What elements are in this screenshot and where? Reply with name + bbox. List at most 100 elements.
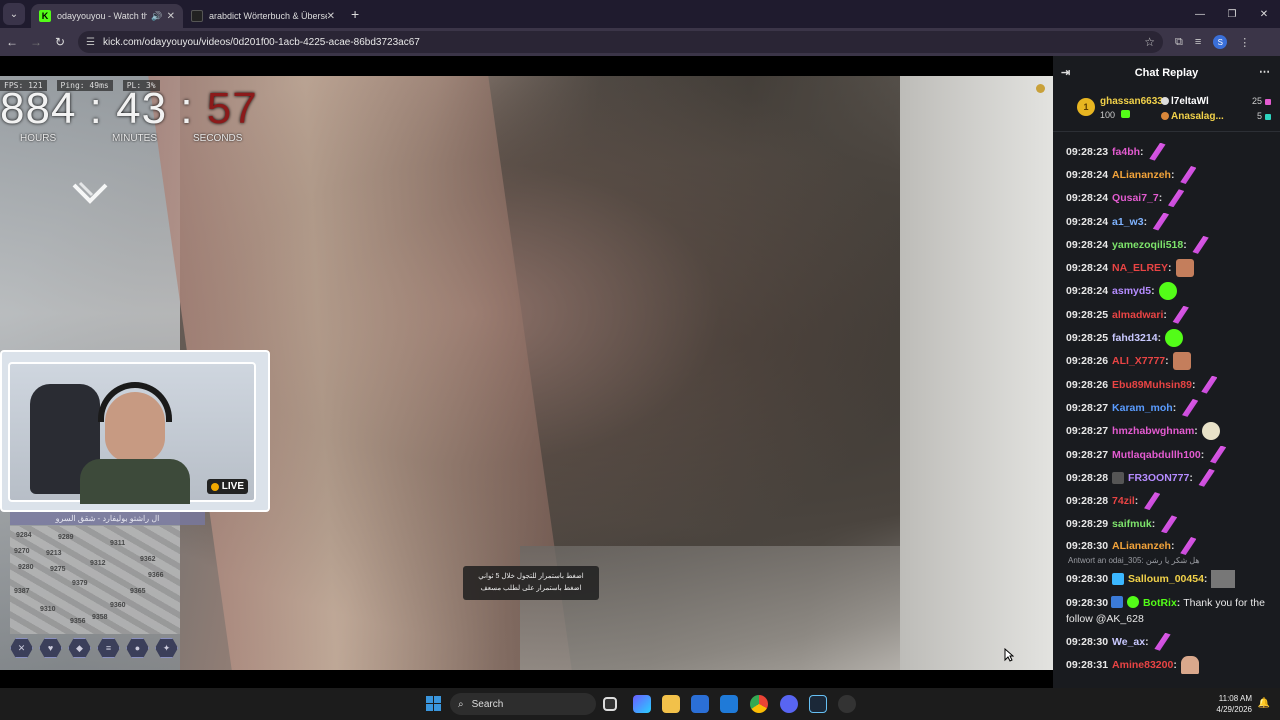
msg-user[interactable]: Mutlaqabdullh100 xyxy=(1112,449,1201,461)
msg-user[interactable]: yamezoqili518 xyxy=(1112,239,1183,251)
msg-user[interactable]: hmzhabwghnam xyxy=(1112,425,1194,437)
water-icon: ● xyxy=(126,638,149,658)
msg-user[interactable]: Qusai7_7 xyxy=(1112,192,1159,204)
msg-user[interactable]: asmyd5 xyxy=(1112,285,1151,297)
msg-user[interactable]: Karam_moh xyxy=(1112,402,1173,414)
feather-emote-icon xyxy=(1210,445,1227,464)
msg-user[interactable]: NA_ELREY xyxy=(1112,262,1168,274)
task-view-icon[interactable] xyxy=(603,697,617,711)
live-badge: LIVE xyxy=(206,479,248,494)
armor-icon: ◆ xyxy=(68,638,91,658)
windows-start-icon[interactable] xyxy=(426,696,441,711)
forward-icon[interactable]: → xyxy=(24,35,48,49)
tab-kick[interactable]: K odayyouyou - Watch the Vi 🔊 ✕ xyxy=(31,4,183,28)
chat-message: 09:28:25 fahd3214: xyxy=(1053,326,1280,349)
maximize-icon[interactable]: ❐ xyxy=(1216,0,1248,28)
close-tab-icon[interactable]: ✕ xyxy=(327,11,335,22)
msg-user[interactable]: Ebu89Muhsin89 xyxy=(1112,379,1192,391)
notification-bell-icon[interactable]: 🔔 xyxy=(1258,698,1270,709)
msg-time: 09:28:30 xyxy=(1066,573,1109,586)
tab-title: odayyouyou - Watch the Vi xyxy=(57,11,148,21)
system-clock[interactable]: 11:08 AM 4/29/2026 xyxy=(1216,693,1252,715)
msg-time: 09:28:28 xyxy=(1066,495,1109,508)
feather-emote-icon xyxy=(1172,305,1189,324)
verified-badge-icon xyxy=(1126,596,1139,609)
msg-user[interactable]: ALI_X7777 xyxy=(1112,355,1165,367)
discord-app-icon[interactable] xyxy=(780,695,798,713)
media-control-icon[interactable]: ≡ xyxy=(1195,36,1201,48)
close-tab-icon[interactable]: ✕ xyxy=(167,11,175,22)
chat-message: 09:28:24 yamezoqili518: xyxy=(1053,233,1280,256)
colon: : xyxy=(1200,448,1205,461)
chat-message: 09:28:30 ALiananzeh: xyxy=(1053,536,1280,556)
headset-icon xyxy=(98,382,172,422)
gifter-3-name[interactable]: Anasalag... xyxy=(1171,111,1224,122)
msg-user[interactable]: ALiananzeh xyxy=(1112,169,1171,181)
map-number: 9213 xyxy=(46,550,62,557)
rank-badge: 1 xyxy=(1077,98,1095,116)
profile-avatar[interactable]: S xyxy=(1213,35,1228,49)
msg-time: 09:28:23 xyxy=(1066,145,1109,158)
msg-user[interactable]: We_ax xyxy=(1112,636,1145,648)
outlook-app-icon[interactable] xyxy=(720,695,738,713)
feather-emote-icon xyxy=(1144,492,1161,511)
new-tab-icon[interactable]: + xyxy=(351,6,359,22)
gifter-2-name[interactable]: l7eltaWl xyxy=(1171,96,1209,107)
back-icon[interactable]: ← xyxy=(0,35,24,49)
webcam-overlay: LIVE xyxy=(0,350,270,512)
colon: : xyxy=(1134,495,1139,508)
msg-user[interactable]: fa4bh xyxy=(1112,146,1140,158)
widgets-app-icon[interactable] xyxy=(633,695,651,713)
colon: : xyxy=(1189,471,1193,484)
bronze-medal-icon xyxy=(1161,112,1169,120)
store-app-icon[interactable] xyxy=(691,695,709,713)
reply-context[interactable]: Antwort an odai_305: هل شكر يا رشن xyxy=(1053,556,1280,567)
image-emote-icon xyxy=(1211,570,1236,589)
tab-search-button[interactable]: ⌄ xyxy=(3,3,25,25)
url-input[interactable]: ☰ kick.com/odayyouyou/videos/0d201f00-1a… xyxy=(78,31,1163,53)
close-window-icon[interactable]: ✕ xyxy=(1248,0,1280,28)
msg-user[interactable]: almadwari xyxy=(1112,309,1163,321)
taskbar-search[interactable]: ⌕ Search xyxy=(450,693,596,715)
game-app-icon[interactable] xyxy=(838,695,856,713)
file-explorer-icon[interactable] xyxy=(662,695,680,713)
reload-icon[interactable]: ↻ xyxy=(48,35,72,49)
msg-time: 09:28:25 xyxy=(1066,332,1109,345)
face-emote-icon xyxy=(1172,352,1191,371)
chat-panel: ⇥ Chat Replay ⋯ 1 ghassan6633 100 l7elta… xyxy=(1053,56,1280,688)
msg-user[interactable]: BotRix xyxy=(1143,597,1177,609)
msg-user[interactable]: 74zil xyxy=(1112,495,1135,507)
msg-user[interactable]: a1_w3 xyxy=(1112,216,1144,228)
sub-icon xyxy=(1265,114,1271,120)
feather-emote-icon xyxy=(1152,212,1170,231)
msg-user[interactable]: Salloum_00454 xyxy=(1128,573,1204,585)
feather-emote-icon xyxy=(1182,398,1199,417)
steam-app-icon[interactable] xyxy=(809,695,827,713)
msg-user[interactable]: saifmuk xyxy=(1112,518,1152,530)
chat-message: 09:28:30 We_ax: xyxy=(1053,630,1280,653)
bookmark-star-icon[interactable]: ☆ xyxy=(1144,35,1155,49)
feather-emote-icon xyxy=(1201,375,1218,394)
map-number: 9356 xyxy=(70,618,86,625)
collapse-chat-icon[interactable]: ⇥ xyxy=(1061,66,1070,79)
duck-emote-icon xyxy=(1201,422,1220,441)
tab-arabdict[interactable]: arabdict Wörterbuch & Überse ✕ xyxy=(183,4,343,28)
more-menu-icon[interactable]: ⋮ xyxy=(1239,36,1250,49)
msg-user[interactable]: FR3OON777 xyxy=(1128,472,1189,484)
chrome-app-icon[interactable] xyxy=(750,695,768,713)
chat-title: Chat Replay xyxy=(1134,67,1199,79)
top-gifter-name[interactable]: ghassan6633 xyxy=(1100,96,1163,107)
minimize-icon[interactable]: — xyxy=(1184,0,1216,28)
chat-message: 09:28:26 Ebu89Muhsin89: xyxy=(1053,373,1280,396)
chat-more-icon[interactable]: ⋯ xyxy=(1259,65,1270,78)
msg-user[interactable]: fahd3214 xyxy=(1112,332,1158,344)
extensions-icon[interactable]: ⧉ xyxy=(1175,36,1183,49)
site-info-icon[interactable]: ☰ xyxy=(86,37,95,48)
search-icon: ⌕ xyxy=(458,698,464,710)
msg-user[interactable]: Amine83200 xyxy=(1112,659,1173,671)
msg-time: 09:28:28 xyxy=(1066,471,1109,484)
audio-icon[interactable]: 🔊 xyxy=(151,11,162,22)
msg-user[interactable]: ALiananzeh xyxy=(1112,540,1171,552)
msg-time: 09:28:27 xyxy=(1066,425,1109,438)
video-player[interactable]: FPS: 121 Ping: 49ms PL: 3% 884 : 43 : 57… xyxy=(0,56,1053,688)
